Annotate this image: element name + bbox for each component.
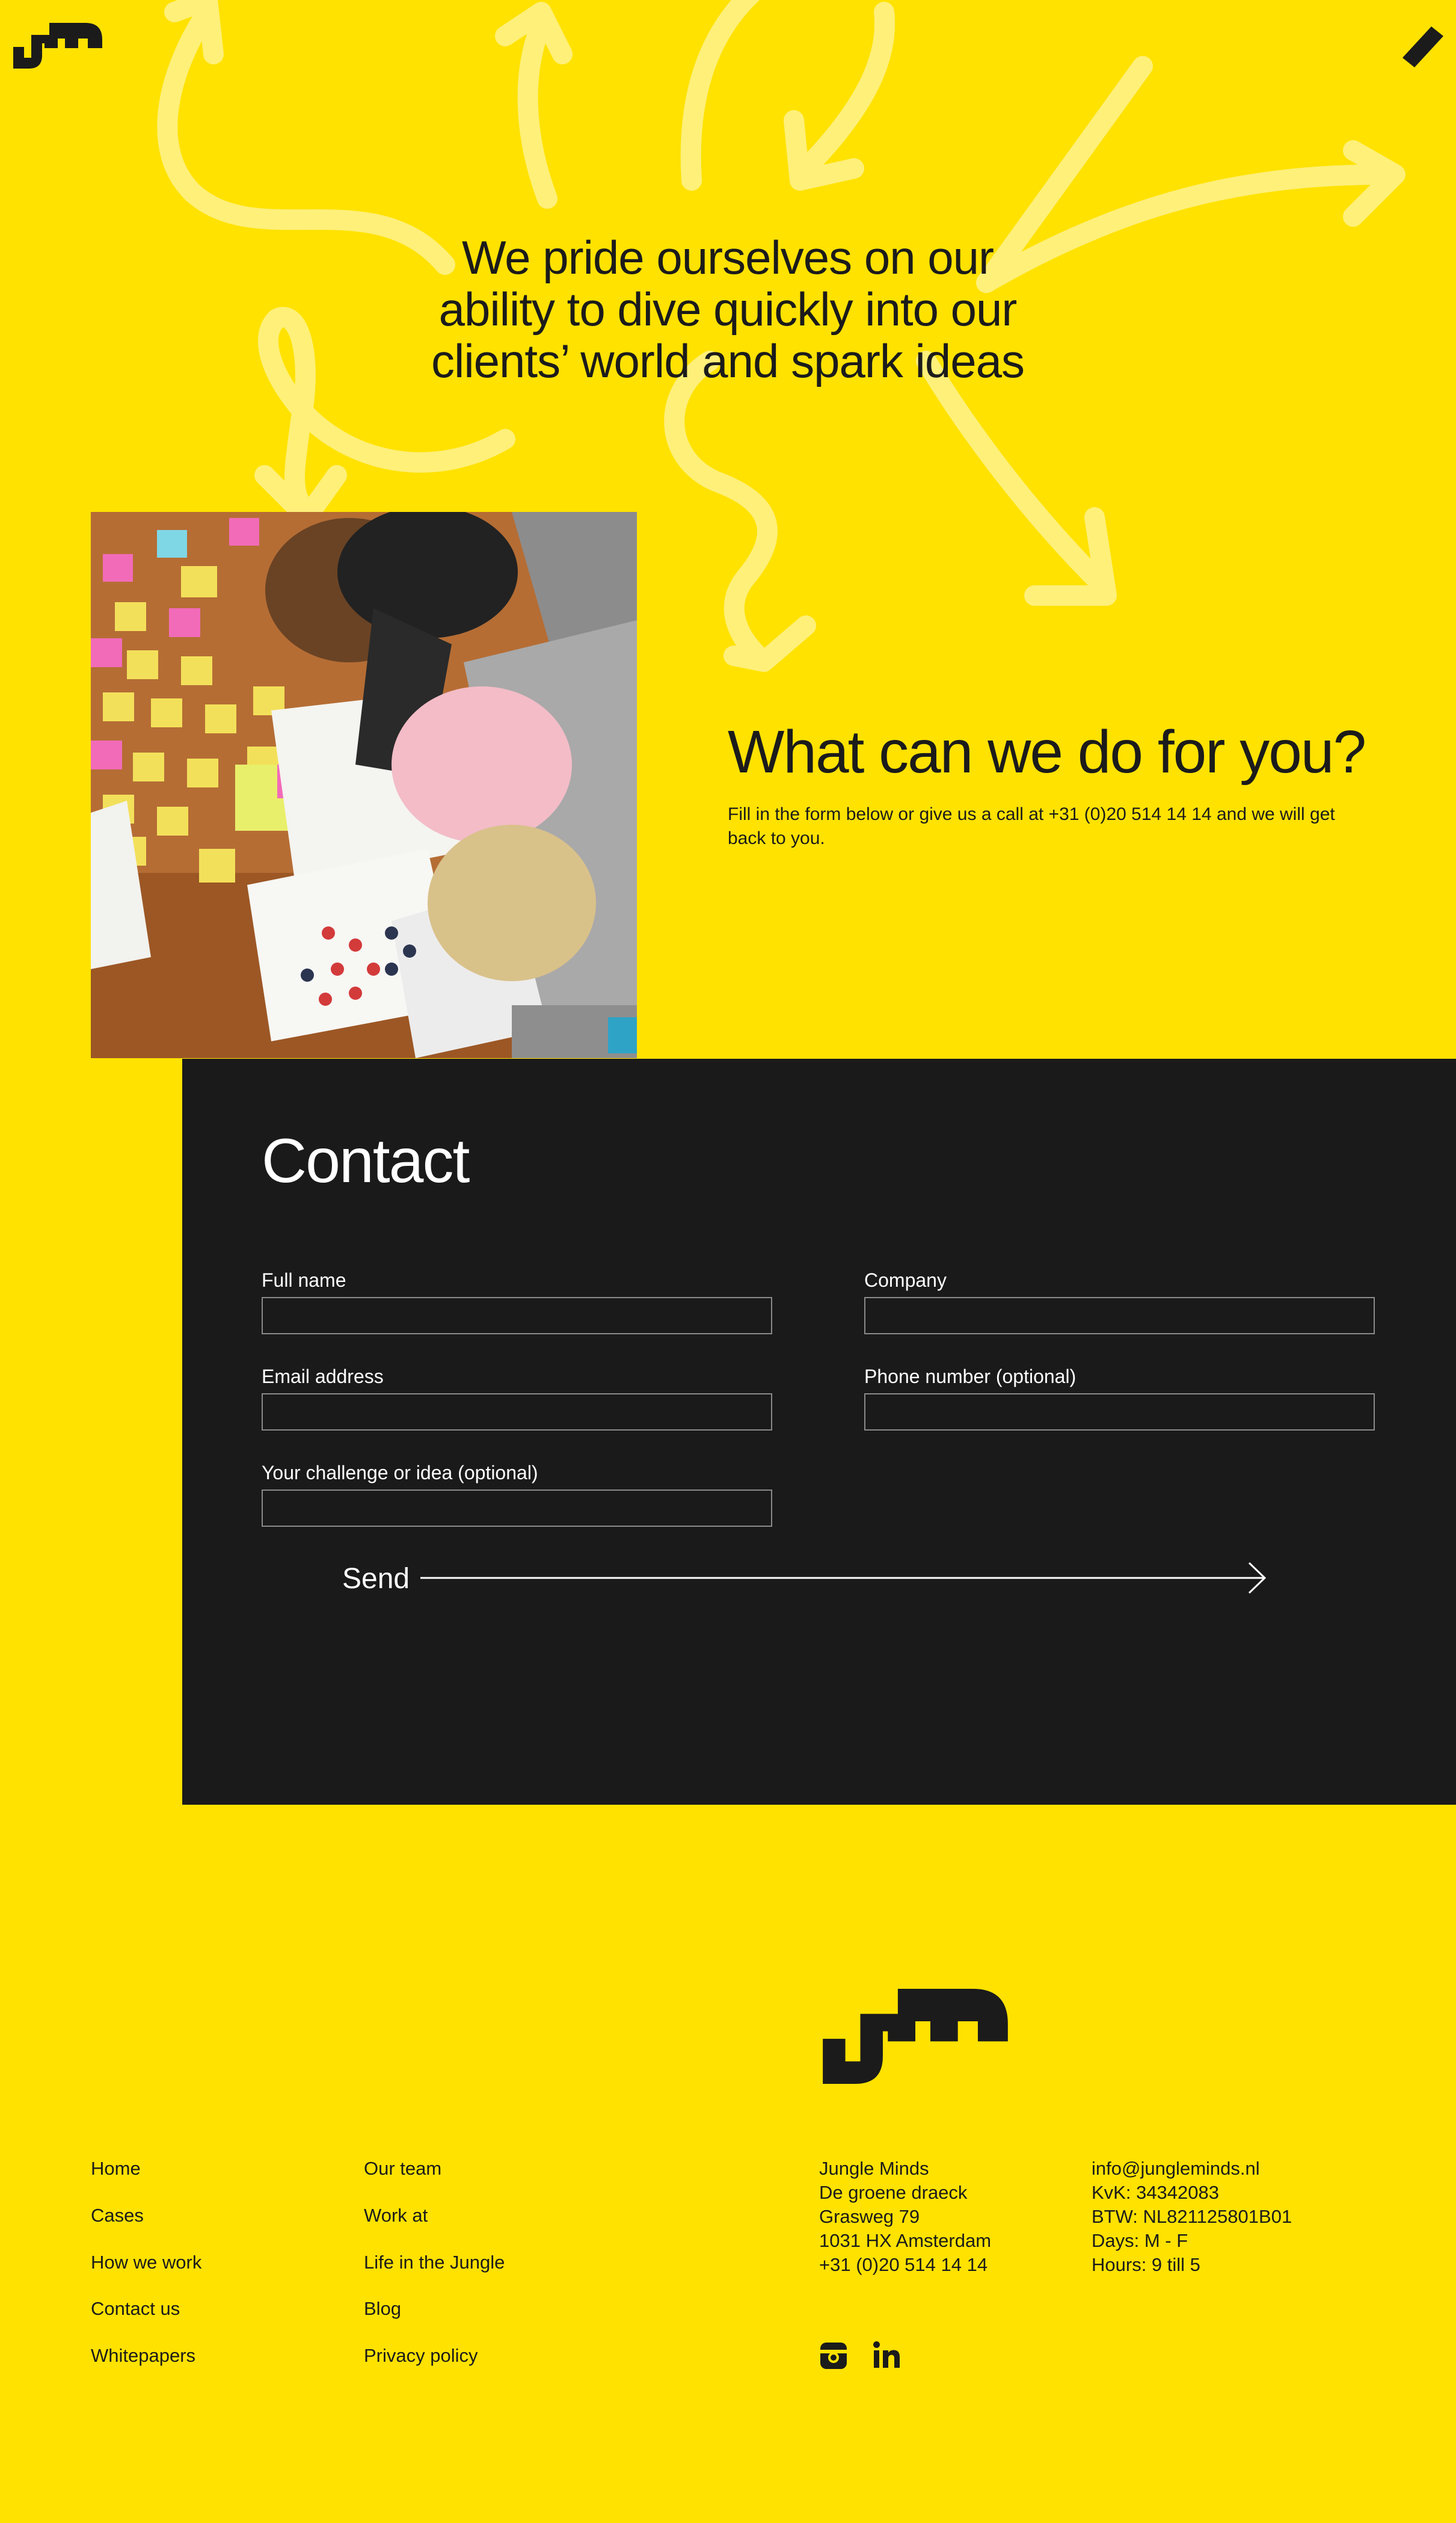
phone-number[interactable]: +31 (0)20 514 14 14	[819, 2253, 1072, 2277]
footer-link-blog[interactable]: Blog	[364, 2297, 401, 2321]
footer-link-privacy-policy[interactable]: Privacy policy	[364, 2344, 478, 2368]
send-label: Send	[342, 1563, 410, 1595]
arrow-right-icon	[420, 1562, 1267, 1594]
tagline-line: We pride ourselves on our	[461, 231, 994, 284]
email-link[interactable]: info@jungleminds.nl	[1092, 2157, 1392, 2181]
footer-link-contact-us[interactable]: Contact us	[91, 2297, 180, 2321]
intro-title: What can we do for you?	[728, 718, 1366, 786]
pencil-menu-icon[interactable]	[1400, 24, 1446, 70]
hero-tagline: We pride ourselves on our ability to div…	[421, 232, 1034, 387]
footer-link-our-team[interactable]: Our team	[364, 2157, 441, 2181]
contact-title: Contact	[262, 1126, 470, 1196]
footer-link-how-we-work[interactable]: How we work	[91, 2250, 201, 2275]
email-label: Email address	[262, 1366, 384, 1387]
footer-company-info: info@jungleminds.nl KvK: 34342083 BTW: N…	[1092, 2157, 1392, 2277]
tagline-line: ability to dive quickly into our	[438, 283, 1018, 336]
footer-link-life-in-the-jungle[interactable]: Life in the Jungle	[364, 2250, 505, 2275]
company-label: Company	[864, 1269, 947, 1291]
tagline-line: clients’ world and spark ideas	[431, 334, 1025, 387]
footer-link-home[interactable]: Home	[91, 2157, 141, 2181]
address-line: Jungle Minds	[819, 2158, 929, 2179]
phone-label: Phone number (optional)	[864, 1366, 1077, 1387]
office-days: Days: M - F	[1092, 2230, 1188, 2251]
contact-section: Contact Full name Company Email address …	[182, 1059, 1456, 1805]
footer-link-whitepapers[interactable]: Whitepapers	[91, 2344, 195, 2368]
email-input[interactable]	[262, 1393, 772, 1431]
team-photo	[91, 512, 637, 1058]
btw-number: BTW: NL821125801B01	[1092, 2206, 1292, 2227]
challenge-label: Your challenge or idea (optional)	[262, 1462, 538, 1483]
challenge-input[interactable]	[262, 1489, 772, 1527]
address-line: De groene draeck	[819, 2182, 968, 2203]
jm-logo-icon[interactable]	[819, 1989, 1012, 2084]
full-name-label: Full name	[262, 1269, 346, 1291]
send-button[interactable]: Send	[342, 1557, 1268, 1599]
footer-link-cases[interactable]: Cases	[91, 2204, 144, 2228]
intro-text: Fill in the form below or give us a call…	[728, 804, 1335, 848]
jm-logo-icon[interactable]	[13, 23, 102, 69]
address-line: Grasweg 79	[819, 2206, 920, 2227]
office-hours: Hours: 9 till 5	[1092, 2254, 1200, 2275]
instagram-icon[interactable]	[819, 2341, 848, 2370]
linkedin-icon[interactable]	[872, 2340, 901, 2369]
phone-input[interactable]	[864, 1393, 1375, 1431]
kvk-number: KvK: 34342083	[1092, 2182, 1220, 2203]
footer-address: Jungle Minds De groene draeck Grasweg 79…	[819, 2157, 1072, 2277]
address-line: 1031 HX Amsterdam	[819, 2230, 992, 2251]
full-name-input[interactable]	[262, 1297, 772, 1334]
company-input[interactable]	[864, 1297, 1375, 1334]
footer-link-work-at[interactable]: Work at	[364, 2204, 428, 2228]
